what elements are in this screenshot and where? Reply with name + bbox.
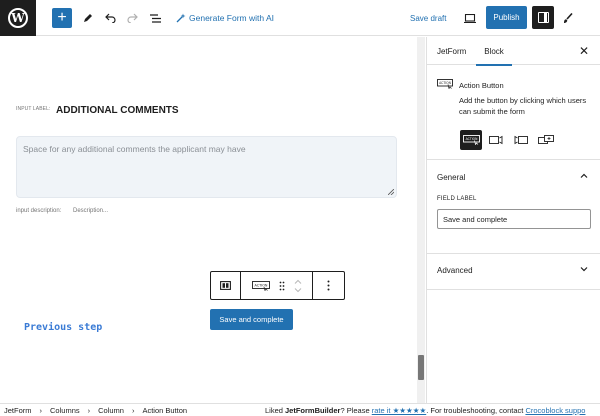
desktop-preview-icon[interactable]: [462, 7, 478, 29]
add-repeater-icon: [538, 135, 554, 144]
svg-text:ACTION: ACTION: [254, 283, 267, 287]
variation-add-repeater[interactable]: [535, 130, 557, 150]
block-card-title: Action Button: [459, 81, 504, 90]
breadcrumb-separator-icon: ›: [87, 406, 91, 415]
sidebar-tabs: JetForm Block ✕: [427, 37, 600, 66]
field-label-caption: FIELD LABEL: [437, 196, 477, 202]
rate-link[interactable]: rate it ★★★★★: [372, 406, 426, 415]
footer-brand: JetFormBuilder: [285, 406, 341, 415]
general-panel-toggle[interactable]: General: [437, 173, 465, 182]
comments-textarea[interactable]: Space for any additional comments the ap…: [16, 136, 397, 198]
breadcrumb-separator-icon: ›: [39, 406, 43, 415]
breadcrumb-item-column[interactable]: Column: [98, 406, 124, 415]
save-and-complete-button[interactable]: Save and complete: [210, 309, 293, 330]
canvas-scrollbar[interactable]: [417, 37, 425, 403]
pen-icon[interactable]: [81, 7, 95, 29]
more-options-button[interactable]: [313, 272, 344, 299]
prev-page-icon: [514, 135, 528, 145]
input-label-caption: INPUT LABEL:: [16, 106, 51, 112]
footer-message-suffix: . For troubleshooting, contact: [426, 406, 526, 415]
panel-separator: [427, 159, 600, 160]
block-toolbar: ACTION: [210, 271, 345, 300]
breadcrumb-item-action-button[interactable]: Action Button: [142, 406, 187, 415]
footer-message-prefix: Liked: [265, 406, 286, 415]
drag-handle-icon[interactable]: [279, 281, 285, 291]
panel-separator: [427, 289, 600, 290]
redo-icon[interactable]: [125, 7, 139, 29]
previous-step-link[interactable]: Previous step: [24, 322, 102, 333]
footer-message-mid: ? Please: [340, 406, 372, 415]
field-label-input[interactable]: Save and complete: [437, 209, 591, 229]
variation-next-page[interactable]: [485, 130, 507, 150]
breadcrumb: JetForm › Columns › Column › Action Butt…: [4, 406, 187, 415]
add-block-button[interactable]: +: [52, 8, 72, 28]
chevron-down-icon[interactable]: [580, 265, 588, 273]
tab-jetform[interactable]: JetForm: [437, 37, 466, 65]
generate-form-ai-button[interactable]: Generate Form with AI: [176, 7, 274, 29]
action-button-icon[interactable]: ACTION: [251, 280, 270, 291]
ai-wand-icon: [176, 13, 186, 23]
svg-text:ACTION: ACTION: [465, 137, 477, 141]
action-button-icon: ACTION: [437, 79, 453, 89]
undo-icon[interactable]: [103, 7, 117, 29]
editor-footer: JetForm › Columns › Column › Action Butt…: [0, 403, 600, 416]
variation-prev-page[interactable]: [510, 130, 532, 150]
action-button-icon: ACTION: [462, 135, 480, 145]
variation-action-button[interactable]: ACTION: [460, 130, 482, 150]
description-caption: input description:: [16, 208, 62, 214]
panel-separator: [427, 253, 600, 254]
parent-block-selector[interactable]: [211, 272, 241, 299]
columns-icon: [220, 281, 231, 290]
publish-button[interactable]: Publish: [486, 6, 527, 29]
list-view-icon[interactable]: [148, 7, 162, 29]
input-label-value[interactable]: ADDITIONAL COMMENTS: [56, 105, 179, 116]
styles-brush-icon[interactable]: [561, 7, 575, 29]
breadcrumb-separator-icon: ›: [131, 406, 135, 415]
block-type-controls: ACTION: [241, 272, 313, 299]
block-card-description: Add the button by clicking which users c…: [459, 96, 587, 116]
canvas-scroll-thumb[interactable]: [418, 355, 424, 380]
chevron-up-icon[interactable]: [580, 172, 588, 180]
advanced-panel-toggle[interactable]: Advanced: [437, 266, 473, 275]
block-settings-sidebar: JetForm Block ✕ ACTION Action Button Add…: [427, 37, 600, 403]
next-page-icon: [489, 135, 503, 145]
generate-form-label: Generate Form with AI: [189, 13, 275, 23]
breadcrumb-item-jetform[interactable]: JetForm: [4, 406, 32, 415]
tab-block[interactable]: Block: [476, 37, 512, 66]
settings-sidebar-icon[interactable]: [532, 6, 554, 29]
svg-text:ACTION: ACTION: [439, 81, 451, 85]
close-icon[interactable]: ✕: [579, 44, 589, 58]
breadcrumb-item-columns[interactable]: Columns: [50, 406, 80, 415]
editor-canvas[interactable]: [0, 37, 426, 403]
block-variations: ACTION: [460, 130, 557, 150]
support-link[interactable]: Crocoblock suppo: [525, 406, 585, 415]
save-draft-button[interactable]: Save draft: [410, 7, 446, 29]
editor-top-bar: W + Generate Form with AI Save draft Pub…: [0, 0, 600, 36]
description-input[interactable]: Description...: [73, 208, 108, 214]
wordpress-logo-icon[interactable]: W: [0, 0, 36, 36]
resize-handle-icon[interactable]: [388, 189, 394, 195]
move-up-down-icon[interactable]: [294, 279, 302, 293]
footer-message: Liked JetFormBuilder? Please rate it ★★★…: [265, 406, 585, 415]
more-options-icon: [327, 280, 330, 291]
textarea-placeholder: Space for any additional comments the ap…: [23, 144, 246, 154]
